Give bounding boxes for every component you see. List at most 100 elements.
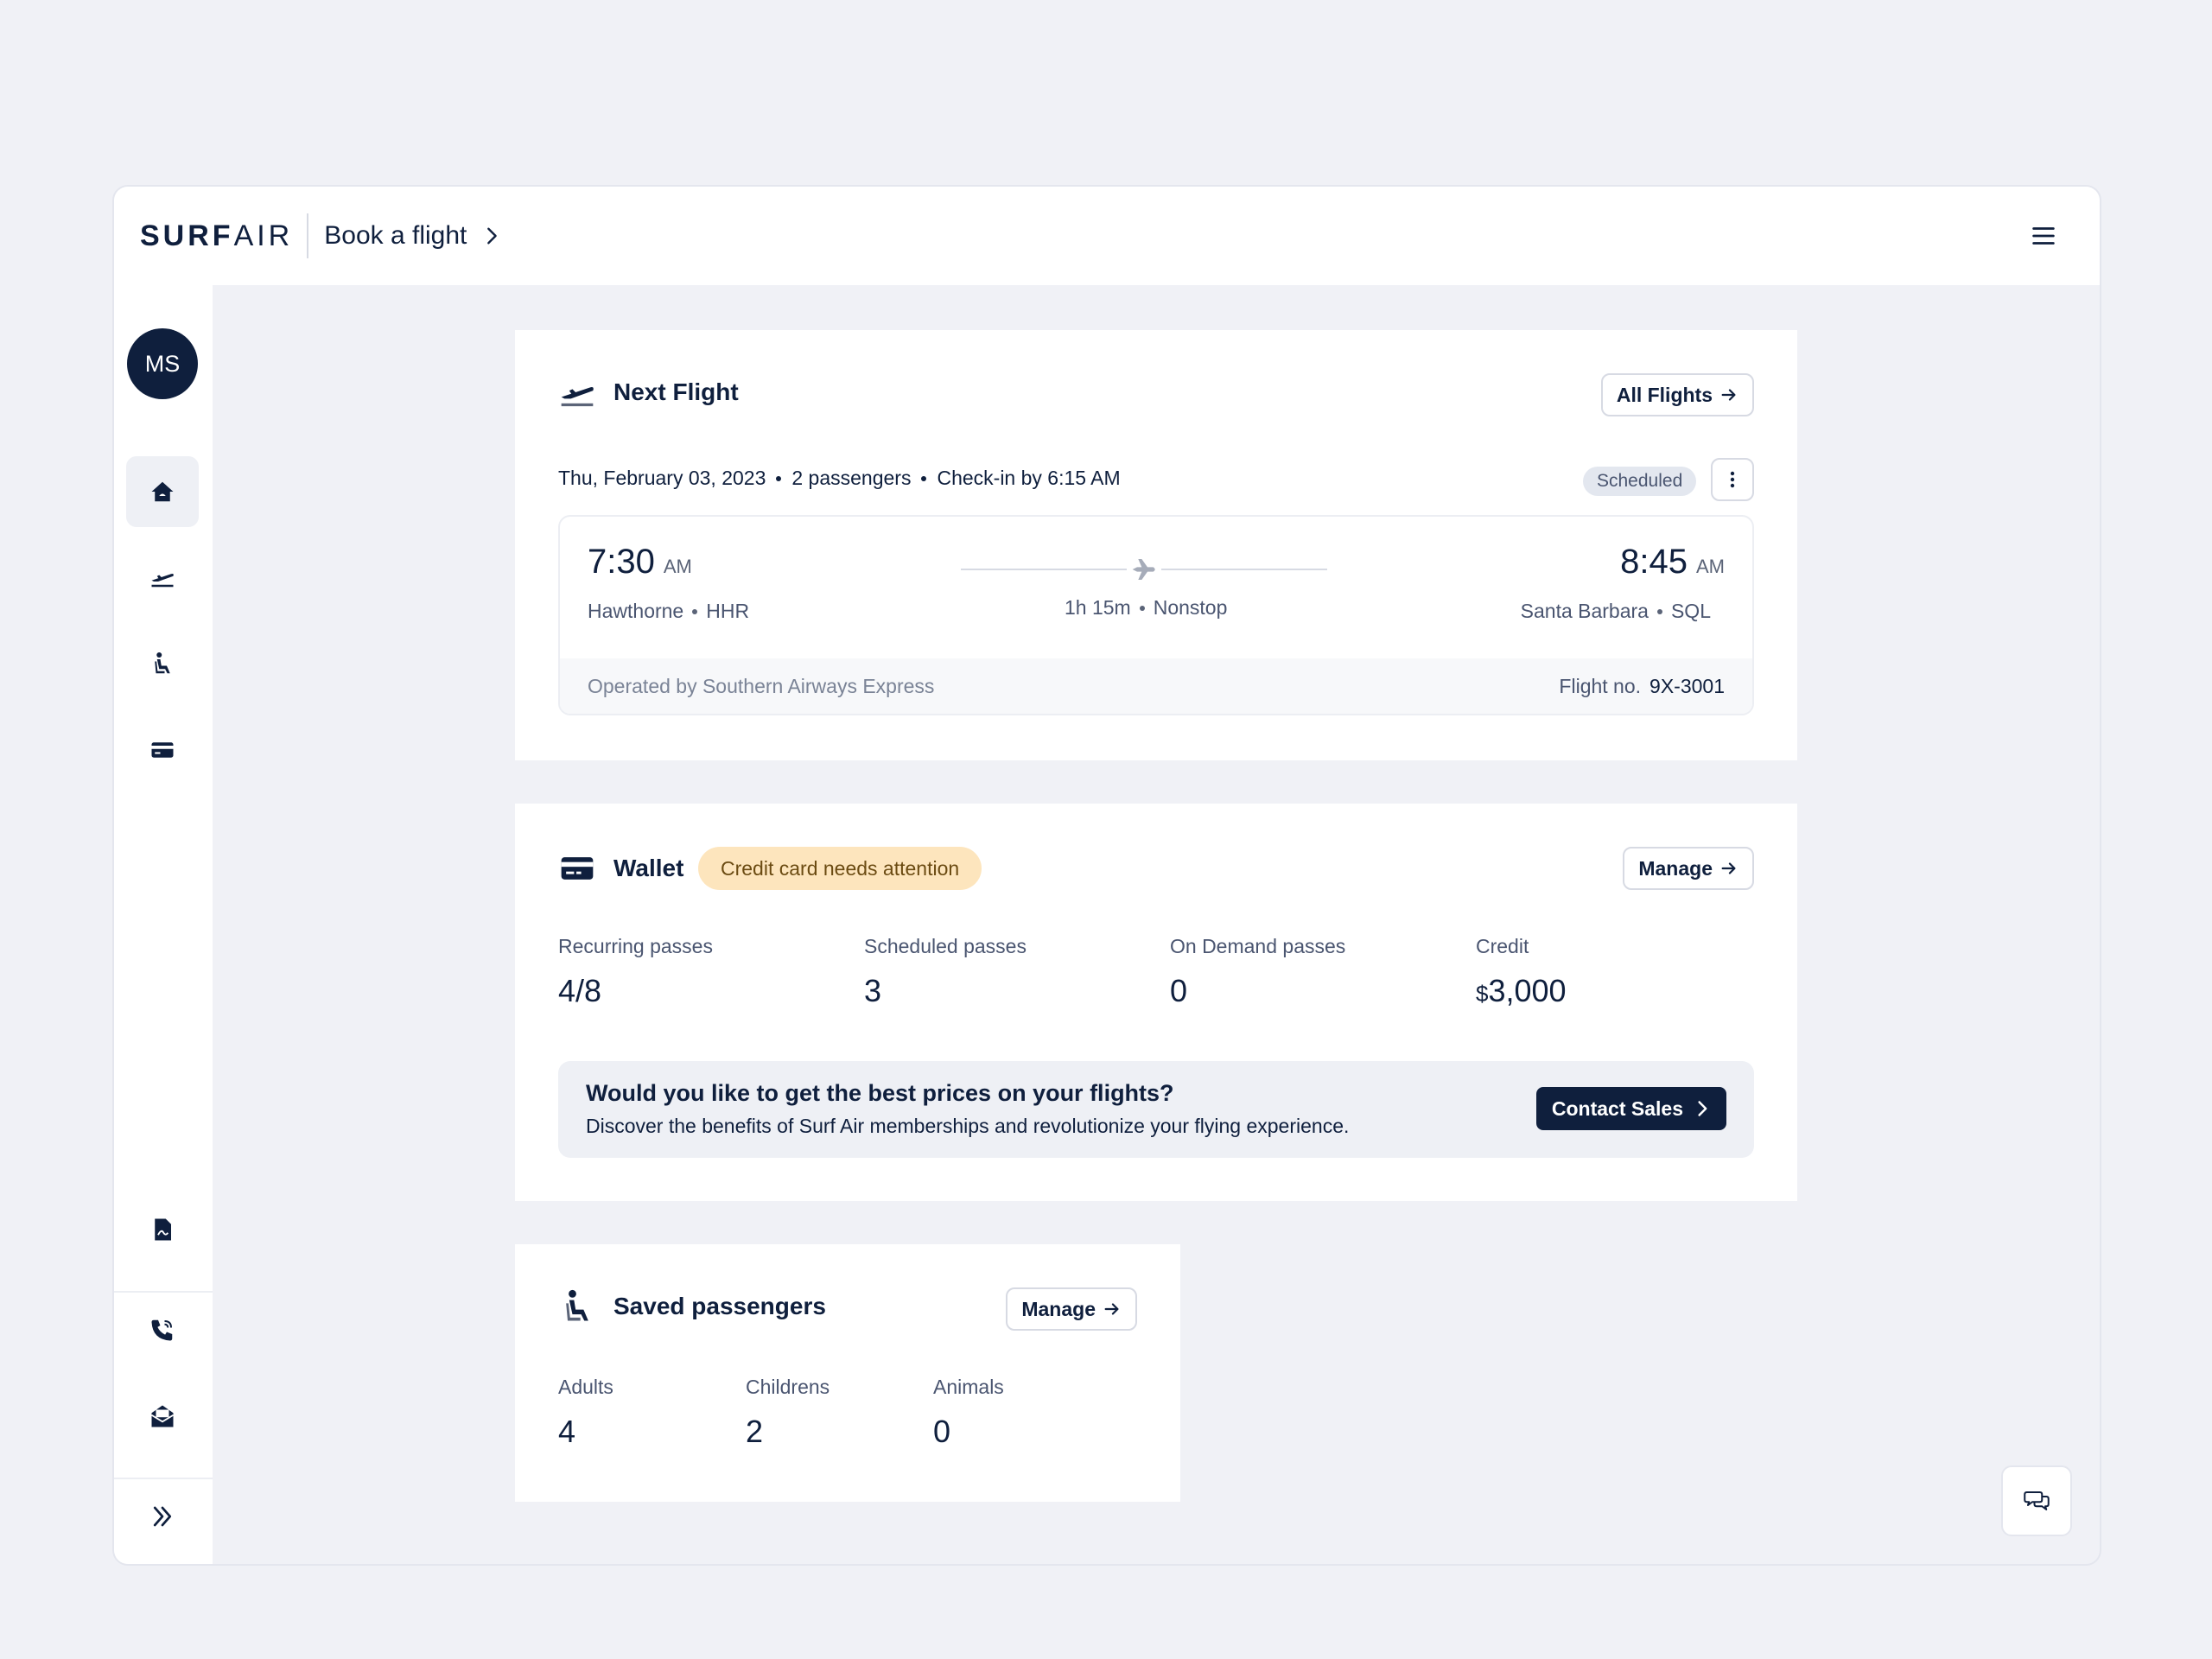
departure-ampm: AM xyxy=(663,556,692,577)
passengers-manage-label: Manage xyxy=(1021,1297,1096,1320)
stat-label-credit: Credit xyxy=(1476,935,1529,957)
stat-value-on-demand: 0 xyxy=(1170,973,1188,1008)
passenger-count: 2 passengers xyxy=(791,467,912,489)
avatar[interactable]: MS xyxy=(127,328,198,399)
wallet-header: Wallet xyxy=(558,849,683,887)
sidebar-expand-button[interactable] xyxy=(126,1481,199,1552)
departure-code: HHR xyxy=(706,600,750,622)
expand-icon xyxy=(153,1506,172,1527)
sidebar-item-home[interactable] xyxy=(126,456,199,527)
mail-icon xyxy=(151,1405,174,1427)
departure-time: 7:30 AM xyxy=(588,543,692,582)
route-line xyxy=(1161,569,1327,570)
sidebar-item-documents[interactable] xyxy=(126,1194,199,1265)
stat-value-credit: $3,000 xyxy=(1476,973,1567,1009)
contact-sales-label: Contact Sales xyxy=(1551,1096,1683,1120)
departure-city: Hawthorne xyxy=(588,600,684,622)
top-bar: SURF AIR Book a flight xyxy=(114,187,2100,285)
separator-dot xyxy=(776,475,782,481)
contact-sales-button[interactable]: Contact Sales xyxy=(1535,1087,1726,1130)
wallet-manage-label: Manage xyxy=(1638,856,1713,880)
stat-label-on-demand: On Demand passes xyxy=(1170,935,1346,957)
route-line xyxy=(961,569,1127,570)
stat-value-animals: 0 xyxy=(933,1414,951,1449)
more-vertical-icon xyxy=(1730,471,1735,488)
stat-label-scheduled: Scheduled passes xyxy=(864,935,1027,957)
passengers-header: Saved passengers xyxy=(558,1287,826,1325)
sidebar-item-mail[interactable] xyxy=(126,1381,199,1452)
promo-title: Would you like to get the best prices on… xyxy=(586,1080,1174,1106)
arrival-ampm: AM xyxy=(1696,556,1725,577)
book-flight-label: Book a flight xyxy=(324,221,467,250)
saved-passengers-card: Saved passengers Manage Adults 4 Childre… xyxy=(515,1244,1180,1502)
sidebar-item-wallet[interactable] xyxy=(126,715,199,785)
all-flights-label: All Flights xyxy=(1616,383,1713,406)
arrival-place: Santa Barbara SQL xyxy=(1521,600,1711,623)
sidebar-item-call[interactable] xyxy=(126,1294,199,1365)
chat-button[interactable] xyxy=(2001,1465,2072,1536)
next-flight-title: Next Flight xyxy=(613,378,739,405)
stat-value-adults: 4 xyxy=(558,1414,576,1449)
duration-value: 1h 15m xyxy=(1065,596,1131,619)
membership-promo: Would you like to get the best prices on… xyxy=(558,1061,1754,1158)
logo-surf: SURF xyxy=(140,219,234,252)
stat-label-adults: Adults xyxy=(558,1376,613,1398)
checkin-time: Check-in by 6:15 AM xyxy=(937,467,1121,489)
arrival-code: SQL xyxy=(1670,600,1711,622)
passengers-title: Saved passengers xyxy=(613,1293,826,1319)
book-flight-link[interactable]: Book a flight xyxy=(324,221,501,251)
passenger-seat-icon xyxy=(155,652,170,674)
promo-subtitle: Discover the benefits of Surf Air member… xyxy=(586,1115,1350,1137)
logo-air: AIR xyxy=(233,219,294,252)
credit-card-alert-badge[interactable]: Credit card needs attention xyxy=(698,847,982,890)
flight-date: Thu, February 03, 2023 xyxy=(558,467,766,489)
surfair-logo[interactable]: SURF AIR xyxy=(140,219,293,253)
passengers-manage-button[interactable]: Manage xyxy=(1006,1287,1137,1331)
arrow-right-icon xyxy=(1721,389,1736,401)
credit-card-icon xyxy=(561,857,594,880)
arrow-right-icon xyxy=(1721,862,1736,874)
wallet-card: Wallet Credit card needs attention Manag… xyxy=(515,804,1797,1201)
chevron-right-icon xyxy=(1698,1101,1707,1116)
departure-time-value: 7:30 xyxy=(588,543,655,581)
stops-value: Nonstop xyxy=(1153,596,1228,619)
stat-label-animals: Animals xyxy=(933,1376,1004,1398)
arrival-time-value: 8:45 xyxy=(1620,543,1688,581)
all-flights-button[interactable]: All Flights xyxy=(1600,373,1754,416)
menu-icon[interactable] xyxy=(2029,221,2058,251)
stat-label-recurring: Recurring passes xyxy=(558,935,713,957)
separator-dot xyxy=(921,475,927,481)
more-options-button[interactable] xyxy=(1711,458,1754,501)
flight-meta: Thu, February 03, 2023 2 passengers Chec… xyxy=(558,467,1121,490)
plane-icon xyxy=(1132,559,1155,580)
flight-number-label: Flight no. xyxy=(1559,674,1642,697)
status-badge: Scheduled xyxy=(1583,467,1697,496)
arrow-right-icon xyxy=(1104,1303,1119,1315)
flight-takeoff-icon xyxy=(561,387,594,407)
stat-value-scheduled: 3 xyxy=(864,973,882,1008)
stat-value-childrens: 2 xyxy=(746,1414,764,1449)
arrival-city: Santa Barbara xyxy=(1520,600,1649,622)
chat-icon xyxy=(2024,1491,2050,1510)
flight-number: Flight no. 9X-3001 xyxy=(1559,675,1725,698)
flight-details[interactable]: 7:30 AM Hawthorne HHR 1h 15m Nonstop 8:4… xyxy=(558,515,1754,715)
flight-number-value: 9X-3001 xyxy=(1649,674,1725,697)
header-divider xyxy=(307,213,309,258)
departure-place: Hawthorne HHR xyxy=(588,600,749,623)
separator-dot xyxy=(692,608,698,614)
document-icon xyxy=(155,1218,171,1241)
sidebar: MS xyxy=(114,285,213,1564)
passenger-seat-icon xyxy=(566,1289,588,1321)
flight-duration: 1h 15m Nonstop xyxy=(1065,596,1227,620)
flight-footer: Operated by Southern Airways Express Fli… xyxy=(560,658,1752,714)
sidebar-item-passengers[interactable] xyxy=(126,628,199,699)
wallet-manage-button[interactable]: Manage xyxy=(1623,847,1754,890)
stat-value-recurring: 4/8 xyxy=(558,973,602,1008)
sidebar-item-flights[interactable] xyxy=(126,542,199,613)
stat-label-childrens: Childrens xyxy=(746,1376,830,1398)
phone-icon xyxy=(151,1319,173,1341)
home-icon xyxy=(151,481,174,502)
chevron-right-icon xyxy=(487,227,498,245)
separator-dot xyxy=(1139,605,1145,611)
credit-amount: 3,000 xyxy=(1488,973,1567,1008)
